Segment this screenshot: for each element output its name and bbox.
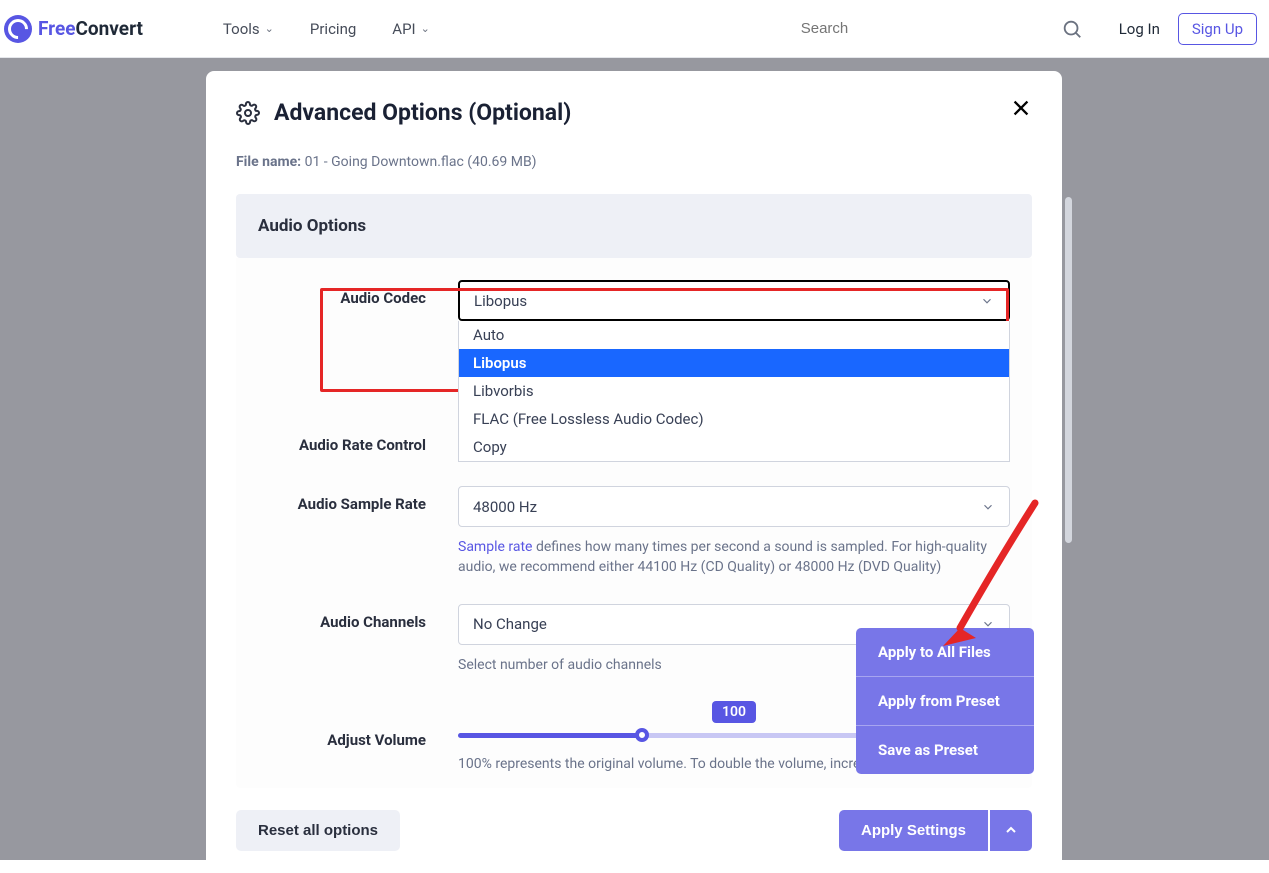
codec-option-libopus[interactable]: Libopus <box>459 349 1009 377</box>
chevron-down-icon <box>981 500 995 514</box>
audio-options-heading: Audio Options <box>236 194 1032 258</box>
audio-sample-rate-value: 48000 Hz <box>473 498 537 516</box>
codec-option-auto[interactable]: Auto <box>459 321 1009 349</box>
codec-option-flac[interactable]: FLAC (Free Lossless Audio Codec) <box>459 405 1009 433</box>
apply-settings-caret[interactable] <box>990 810 1032 851</box>
sample-rate-help: Sample rate defines how many times per s… <box>458 537 1010 578</box>
nav-pricing[interactable]: Pricing <box>310 20 356 38</box>
modal-footer: Reset all options Apply Settings <box>236 810 1032 851</box>
codec-option-libvorbis[interactable]: Libvorbis <box>459 377 1009 405</box>
filename-label: File name: <box>236 154 301 170</box>
volume-value-bubble: 100 <box>712 701 756 723</box>
apply-from-preset[interactable]: Apply from Preset <box>856 677 1034 726</box>
audio-sample-rate-row: Audio Sample Rate 48000 Hz Sample rate d… <box>258 486 1010 578</box>
nav-api[interactable]: API⌄ <box>392 20 430 38</box>
audio-codec-value: Libopus <box>474 292 527 310</box>
slider-thumb-icon[interactable] <box>635 728 649 742</box>
logo-icon <box>4 15 32 43</box>
audio-rate-control-label: Audio Rate Control <box>258 427 458 454</box>
chevron-down-icon <box>980 294 994 308</box>
reset-all-button[interactable]: Reset all options <box>236 810 400 851</box>
apply-group: Apply Settings <box>839 810 1032 851</box>
apply-menu: Apply to All Files Apply from Preset Sav… <box>856 628 1034 774</box>
search-icon[interactable] <box>1061 18 1083 40</box>
audio-channels-value: No Change <box>473 615 547 633</box>
nav-tools[interactable]: Tools⌄ <box>223 20 274 38</box>
logo[interactable]: FreeConvert <box>4 15 143 43</box>
audio-sample-rate-select[interactable]: 48000 Hz <box>458 486 1010 527</box>
chevron-down-icon: ⌄ <box>265 22 274 35</box>
signup-button[interactable]: Sign Up <box>1178 13 1257 45</box>
audio-channels-label: Audio Channels <box>258 604 458 675</box>
sample-rate-link[interactable]: Sample rate <box>458 539 532 555</box>
chevron-down-icon: ⌄ <box>421 22 430 35</box>
search-input[interactable] <box>801 20 1061 37</box>
audio-codec-label: Audio Codec <box>258 280 458 321</box>
save-as-preset[interactable]: Save as Preset <box>856 726 1034 774</box>
audio-codec-dropdown: Auto Libopus Libvorbis FLAC (Free Lossle… <box>458 321 1010 462</box>
login-link[interactable]: Log In <box>1119 20 1160 38</box>
audio-codec-row: Audio Codec Libopus Auto Libopus Libvorb… <box>258 280 1010 321</box>
volume-help: 100% represents the original volume. To … <box>458 756 860 772</box>
audio-codec-select[interactable]: Libopus <box>458 280 1010 321</box>
apply-to-all-files[interactable]: Apply to All Files <box>856 628 1034 677</box>
codec-option-copy[interactable]: Copy <box>459 433 1009 461</box>
adjust-volume-label: Adjust Volume <box>258 701 458 772</box>
filename-row: File name: 01 - Going Downtown.flac (40.… <box>236 154 1032 170</box>
scrollbar[interactable] <box>1065 197 1072 543</box>
gear-icon <box>236 101 260 125</box>
chevron-up-icon <box>1003 822 1019 838</box>
app-header: FreeConvert Tools⌄ Pricing API⌄ Log In S… <box>0 0 1269 58</box>
nav: Tools⌄ Pricing API⌄ <box>223 20 430 38</box>
audio-sample-rate-label: Audio Sample Rate <box>258 486 458 578</box>
logo-text: FreeConvert <box>38 17 143 40</box>
close-button[interactable] <box>1010 97 1032 119</box>
filename-value: 01 - Going Downtown.flac (40.69 MB) <box>305 154 537 170</box>
modal-title: Advanced Options (Optional) <box>274 99 571 126</box>
search-box <box>801 18 1101 40</box>
apply-settings-button[interactable]: Apply Settings <box>839 810 988 851</box>
